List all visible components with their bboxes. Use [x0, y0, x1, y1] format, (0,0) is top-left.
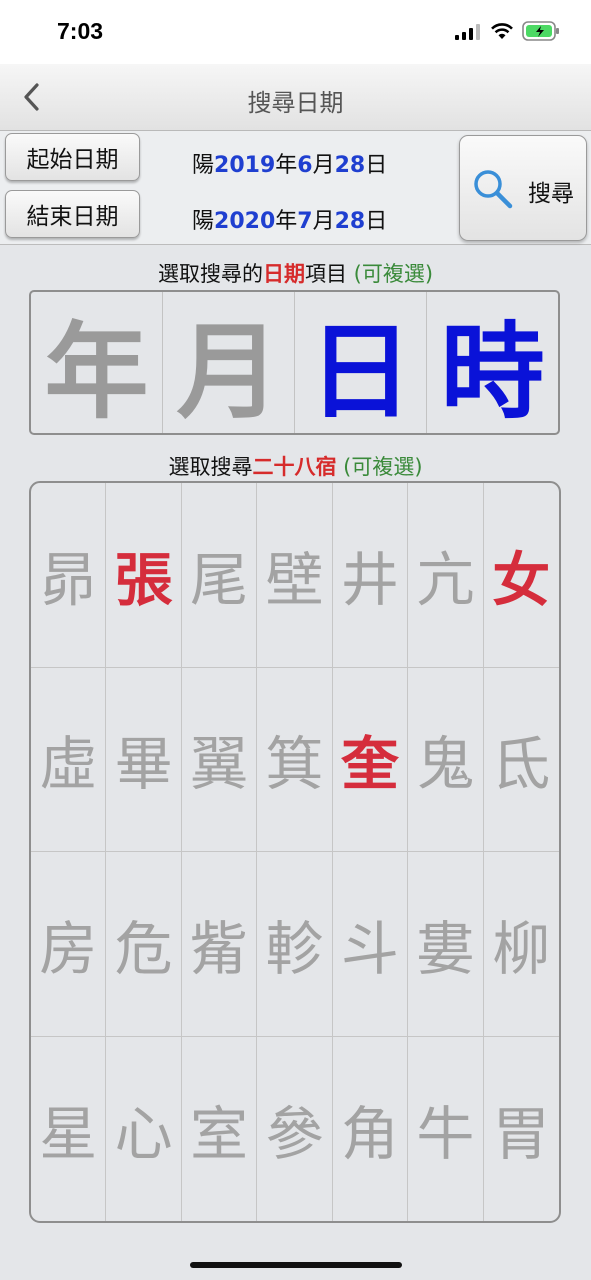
end-date-value: 陽2020年7月28日: [192, 203, 387, 235]
cellular-signal-icon: [455, 24, 481, 44]
mansion-cell[interactable]: 婁: [408, 852, 484, 1037]
start-date-prefix: 陽: [192, 153, 215, 178]
page-title: 搜尋日期: [247, 89, 344, 117]
mansion-cell[interactable]: 畢: [106, 667, 182, 852]
start-date-day: 28: [334, 153, 366, 178]
mansion-cell[interactable]: 斗: [332, 852, 409, 1037]
mansion-cell[interactable]: 井: [332, 483, 409, 668]
mansion-cell[interactable]: 壁: [257, 483, 333, 668]
end-date-month: 7: [297, 209, 313, 234]
end-date-prefix: 陽: [192, 209, 215, 234]
mansion-cell[interactable]: 軫: [257, 852, 333, 1037]
battery-charging-icon: [522, 21, 560, 45]
mansion-cell[interactable]: 觜: [181, 852, 258, 1037]
start-date-year-unit: 年: [275, 153, 298, 178]
start-date-year: 2019: [214, 153, 276, 178]
start-date-month: 6: [297, 153, 313, 178]
mansion-cell[interactable]: 星: [31, 1036, 107, 1221]
mansion-cell[interactable]: 參: [257, 1036, 333, 1221]
mansion-cell[interactable]: 危: [106, 852, 182, 1037]
mansion-cell[interactable]: 亢: [408, 483, 484, 668]
mansion-cell[interactable]: 牛: [408, 1036, 484, 1221]
status-bar: 7:03: [0, 0, 591, 64]
mansion-cell[interactable]: 奎: [332, 667, 409, 852]
date-unit-selector: 年 月 日 時: [29, 290, 560, 435]
start-date-day-unit: 日: [365, 153, 388, 178]
mansion-cell[interactable]: 昴: [31, 483, 107, 668]
date-unit-title-note: (可複選): [353, 262, 434, 286]
home-indicator[interactable]: [190, 1262, 402, 1268]
mansion-cell[interactable]: 房: [31, 852, 107, 1037]
date-unit-section-title: 選取搜尋的日期項目 (可複選): [0, 258, 591, 288]
mansion-title-note: (可複選): [343, 455, 423, 479]
start-date-month-unit: 月: [312, 153, 335, 178]
date-range-panel: 起始日期 陽2019年6月28日 結束日期 陽2020年7月28日 搜尋: [0, 131, 591, 245]
mansion-cell[interactable]: 胃: [484, 1037, 559, 1222]
end-date-button[interactable]: 結束日期: [5, 190, 140, 238]
mansion-cell[interactable]: 尾: [181, 483, 258, 668]
mansion-title-pre: 選取搜尋: [168, 455, 253, 479]
mansion-cell[interactable]: 女: [483, 483, 559, 668]
start-date-button[interactable]: 起始日期: [5, 133, 140, 181]
end-date-year: 2020: [214, 209, 276, 234]
end-date-month-unit: 月: [312, 209, 335, 234]
status-time: 7:03: [57, 18, 104, 44]
navigation-bar: 搜尋日期: [0, 64, 591, 131]
mansion-cell[interactable]: 柳: [483, 852, 559, 1037]
mansion-grid: 昴張尾壁井亢女虛畢翼箕奎鬼氐房危觜軫斗婁柳星心室參角牛胃: [29, 481, 561, 1223]
mansion-cell[interactable]: 箕: [257, 667, 333, 852]
mansion-cell[interactable]: 翼: [181, 667, 258, 852]
mansion-cell[interactable]: 虛: [31, 667, 107, 852]
unit-option-day[interactable]: 日: [295, 292, 427, 433]
date-unit-title-highlight: 日期: [262, 262, 305, 286]
search-button[interactable]: 搜尋: [459, 135, 587, 241]
mansion-section-title: 選取搜尋二十八宿 (可複選): [0, 451, 591, 481]
search-icon: [470, 166, 516, 216]
mansion-cell[interactable]: 張: [106, 483, 182, 668]
end-date-year-unit: 年: [275, 209, 298, 234]
date-unit-title-post: 項目: [304, 262, 347, 286]
end-date-day: 28: [334, 209, 366, 234]
mansion-cell[interactable]: 室: [182, 1036, 258, 1221]
mansion-title-highlight: 二十八宿: [252, 455, 337, 479]
date-unit-title-pre: 選取搜尋的: [157, 262, 263, 286]
start-date-value: 陽2019年6月28日: [192, 147, 387, 179]
mansion-cell[interactable]: 心: [106, 1036, 182, 1221]
mansion-cell[interactable]: 角: [333, 1036, 409, 1221]
unit-option-year[interactable]: 年: [31, 292, 163, 433]
unit-option-hour[interactable]: 時: [427, 292, 558, 433]
end-date-day-unit: 日: [365, 209, 388, 234]
unit-option-month[interactable]: 月: [163, 292, 295, 433]
mansion-cell[interactable]: 氐: [483, 668, 559, 852]
mansion-cell[interactable]: 鬼: [408, 667, 484, 852]
wifi-icon: [490, 22, 514, 44]
search-button-label: 搜尋: [528, 181, 574, 207]
